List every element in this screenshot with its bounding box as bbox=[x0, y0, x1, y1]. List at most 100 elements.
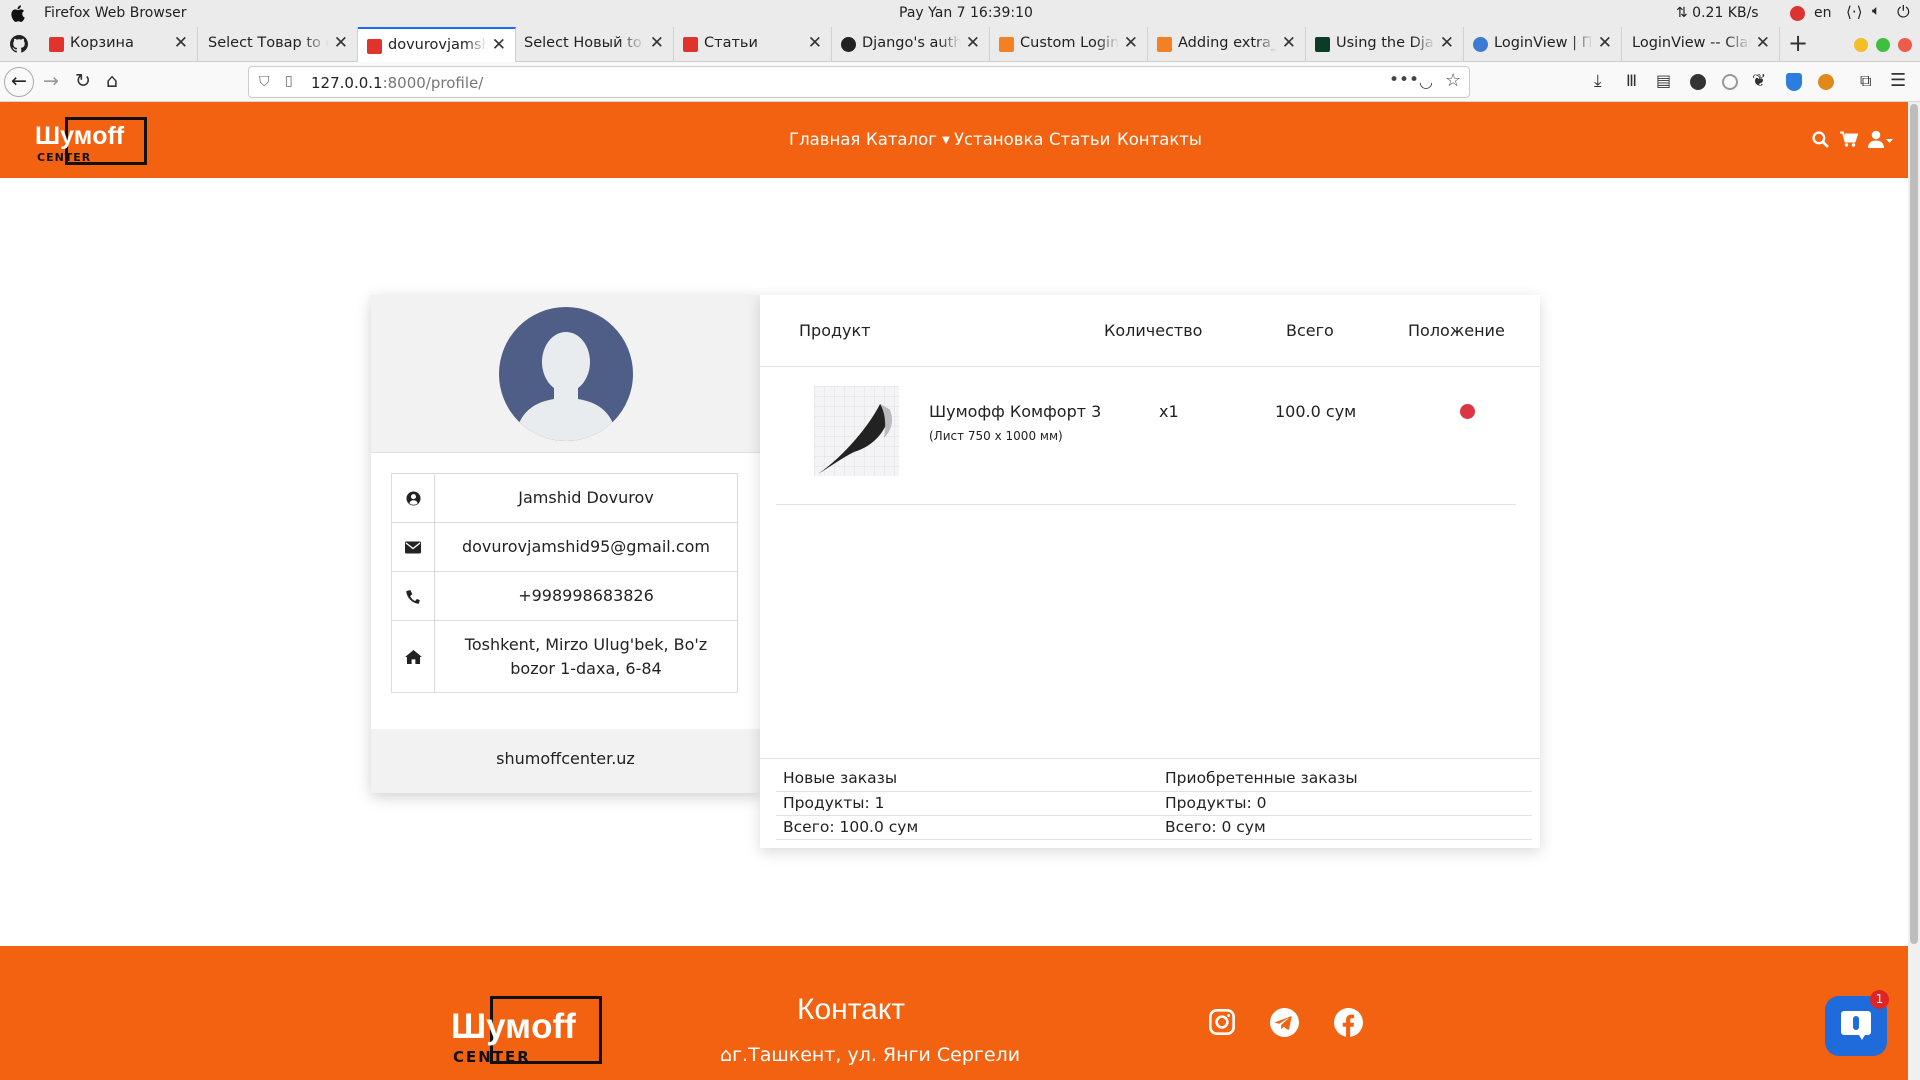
product-sheet-image bbox=[814, 386, 899, 476]
tab-close-icon[interactable]: ✕ bbox=[1440, 33, 1454, 53]
nav-articles[interactable]: Статьи bbox=[1049, 130, 1110, 149]
sidebar-icon[interactable]: ▤ bbox=[1656, 70, 1671, 92]
footer-contact-title: Контакт bbox=[797, 993, 906, 1026]
footer-logo[interactable]: Шумoff CENTER bbox=[451, 996, 606, 1068]
power-icon[interactable]: ⏻ bbox=[1897, 2, 1910, 22]
extensions-puzzle-icon[interactable]: ⧉ bbox=[1860, 70, 1871, 92]
address-bar[interactable]: ⛉ ▯ 127.0.0.1:8000/profile/ ••• ◡ ☆ bbox=[248, 66, 1470, 98]
clock[interactable]: Pay Yan 7 16:39:10 bbox=[899, 5, 1033, 21]
instagram-icon[interactable] bbox=[1208, 1008, 1236, 1036]
cart-icon[interactable] bbox=[1840, 131, 1858, 148]
logo-text: Шумoff bbox=[451, 1007, 576, 1046]
volume-icon[interactable]: 🔈︎ bbox=[1872, 3, 1880, 19]
profile-phone-row: +998998683826 bbox=[391, 571, 738, 621]
product-image[interactable] bbox=[814, 386, 899, 476]
close-window-icon[interactable] bbox=[1898, 38, 1912, 52]
stackoverflow-icon bbox=[1157, 37, 1172, 52]
reload-icon[interactable]: ↻ bbox=[75, 70, 91, 92]
site-logo[interactable]: Шумoff CENTER bbox=[35, 114, 147, 166]
shield-extension-icon[interactable] bbox=[1786, 73, 1802, 91]
tab-close-icon[interactable]: ✕ bbox=[1598, 33, 1612, 53]
home-icon[interactable]: ⌂ bbox=[106, 70, 118, 92]
tab-close-icon[interactable]: ✕ bbox=[808, 33, 822, 53]
user-menu-icon[interactable] bbox=[1868, 130, 1894, 148]
nav-contacts[interactable]: Контакты bbox=[1117, 130, 1202, 149]
minimize-window-icon[interactable] bbox=[1854, 38, 1868, 52]
default-user-icon bbox=[515, 332, 617, 441]
maximize-window-icon[interactable] bbox=[1876, 38, 1890, 52]
search-icon[interactable] bbox=[1812, 131, 1829, 148]
status-dot-icon bbox=[1460, 404, 1475, 419]
chrome-indicator-icon[interactable] bbox=[1790, 6, 1805, 21]
tab-label: Select Товар to ch bbox=[208, 35, 329, 51]
tab-using-django[interactable]: Using the Djan ✕ bbox=[1306, 27, 1464, 62]
tab-close-icon[interactable]: ✕ bbox=[650, 33, 664, 53]
globe-extension-icon[interactable] bbox=[1722, 74, 1738, 90]
django-icon bbox=[1315, 37, 1330, 52]
tab-profile[interactable]: dovurovjamshi ✕ bbox=[358, 27, 516, 63]
summary-divider bbox=[776, 791, 1532, 792]
forward-arrow-icon[interactable]: → bbox=[43, 70, 59, 92]
profile-card-header bbox=[371, 295, 760, 453]
tab-label: Adding extra_c bbox=[1178, 35, 1277, 51]
shumoff-favicon-icon bbox=[367, 39, 382, 54]
library-icon[interactable]: Ⅲ bbox=[1626, 70, 1637, 92]
product-name[interactable]: Шумофф Комфорт 3 bbox=[929, 402, 1101, 421]
bookmark-star-icon[interactable]: ☆ bbox=[1445, 70, 1461, 91]
tab-django-auth[interactable]: Django's auth ✕ bbox=[832, 27, 990, 62]
back-arrow-icon[interactable]: ← bbox=[4, 67, 34, 97]
page-actions-icon[interactable]: ••• bbox=[1389, 70, 1419, 90]
tab-cart[interactable]: Корзина ✕ bbox=[40, 27, 198, 62]
nav-catalog[interactable]: Каталог ▼ bbox=[866, 130, 950, 149]
col-header-product: Продукт bbox=[799, 321, 871, 340]
hamburger-menu-icon[interactable]: ☰ bbox=[1890, 70, 1906, 92]
url-text[interactable]: 127.0.0.1:8000/profile/ bbox=[311, 74, 483, 92]
scrollbar-thumb[interactable] bbox=[1910, 104, 1918, 944]
tab-close-icon[interactable]: ✕ bbox=[1282, 33, 1296, 53]
pocket-icon[interactable]: ◡ bbox=[1419, 72, 1433, 91]
tab-label: dovurovjamshi bbox=[388, 37, 487, 53]
github-pinned-tab-icon[interactable] bbox=[10, 35, 28, 53]
facebook-icon[interactable] bbox=[1334, 1008, 1363, 1037]
bought-orders-total: Всего: 0 сум bbox=[1165, 818, 1266, 836]
tab-select-new[interactable]: Select Новый to c ✕ bbox=[516, 27, 674, 62]
shield-icon[interactable]: ⛉ bbox=[259, 74, 270, 90]
system-top-bar: Firefox Web Browser Pay Yan 7 16:39:10 ⇅… bbox=[0, 0, 1920, 27]
extension-leaf-icon[interactable]: ❦ bbox=[1752, 70, 1766, 92]
nav-install[interactable]: Установка bbox=[954, 130, 1044, 149]
shumoff-favicon-icon bbox=[49, 37, 64, 52]
telegram-icon[interactable] bbox=[1270, 1008, 1299, 1037]
downloads-icon[interactable]: ⤓ bbox=[1594, 70, 1602, 92]
tab-loginview-docs[interactable]: LoginView | Пр ✕ bbox=[1464, 27, 1622, 62]
chat-widget-button[interactable]: 1 bbox=[1825, 990, 1889, 1056]
tab-custom-loginview[interactable]: Custom LoginV ✕ bbox=[990, 27, 1148, 62]
nav-home[interactable]: Главная bbox=[789, 130, 860, 149]
extension-dark-icon[interactable] bbox=[1690, 74, 1706, 90]
avatar bbox=[499, 307, 633, 441]
keyboard-language[interactable]: en bbox=[1814, 5, 1832, 21]
tab-close-icon[interactable]: ✕ bbox=[966, 33, 980, 53]
new-tab-plus-icon[interactable]: + bbox=[1788, 29, 1808, 57]
page-info-icon[interactable]: ▯ bbox=[285, 73, 293, 89]
tab-select-product[interactable]: Select Товар to ch ✕ bbox=[198, 27, 358, 62]
tab-label: Корзина bbox=[70, 35, 134, 51]
active-app-name[interactable]: Firefox Web Browser bbox=[44, 5, 187, 21]
tab-articles[interactable]: Статьи ✕ bbox=[674, 27, 832, 62]
tab-loginview-class[interactable]: LoginView -- Class ✕ bbox=[1622, 27, 1780, 62]
col-header-status: Положение bbox=[1408, 321, 1505, 340]
phone-icon bbox=[392, 572, 435, 620]
tab-close-icon[interactable]: ✕ bbox=[174, 33, 188, 53]
network-icon[interactable]: ⟨·⟩ bbox=[1846, 3, 1862, 21]
chat-unread-badge: 1 bbox=[1870, 990, 1889, 1009]
profile-phone: +998998683826 bbox=[518, 586, 654, 605]
tab-close-icon[interactable]: ✕ bbox=[334, 33, 348, 53]
tab-close-icon[interactable]: ✕ bbox=[1756, 33, 1770, 53]
tab-close-icon[interactable]: ✕ bbox=[1124, 33, 1138, 53]
envelope-icon bbox=[392, 523, 435, 571]
stackoverflow-icon bbox=[999, 37, 1014, 52]
extension-orange-icon[interactable] bbox=[1818, 74, 1834, 90]
tab-adding-extra[interactable]: Adding extra_c ✕ bbox=[1148, 27, 1306, 62]
apple-icon[interactable] bbox=[9, 5, 25, 22]
tab-close-icon[interactable]: ✕ bbox=[492, 35, 506, 55]
profile-card-footer: shumoffcenter.uz bbox=[371, 729, 760, 793]
